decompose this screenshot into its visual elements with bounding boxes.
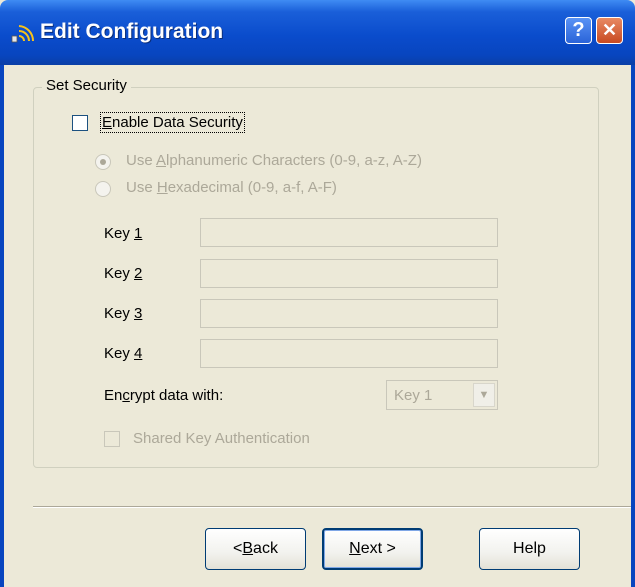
radio-dot [100,159,106,165]
shared-key-label[interactable]: Shared Key Authentication [133,430,310,447]
shared-key-checkbox[interactable] [104,431,120,447]
help-title-button[interactable]: ? [565,17,592,44]
key-2-input[interactable] [200,259,498,288]
separator [33,506,631,508]
window-frame-right [631,65,635,587]
enable-security-label[interactable]: Enable Data Security [100,112,245,133]
key-2-label: Key 2 [104,265,143,282]
encrypt-label: Encrypt data with: [104,387,224,404]
group-legend: Set Security [42,77,131,94]
chevron-down-icon[interactable]: ▼ [473,383,495,407]
title-bar[interactable]: Edit Configuration ? ✕ [0,0,635,65]
dialog-window: Edit Configuration ? ✕ Set Security Enab… [0,0,635,587]
alphanumeric-label[interactable]: Use Alphanumeric Characters (0-9, a-z, A… [126,152,422,169]
key-3-label: Key 3 [104,305,143,322]
close-button[interactable]: ✕ [596,17,623,44]
key-1-input[interactable] [200,218,498,247]
next-button[interactable]: Next > [322,528,423,570]
hexadecimal-radio[interactable] [95,181,111,197]
alphanumeric-radio[interactable] [95,154,111,170]
window-frame-left [0,65,4,587]
hexadecimal-label[interactable]: Use Hexadecimal (0-9, a-f, A-F) [126,179,337,196]
enable-security-checkbox[interactable] [72,115,88,131]
help-button[interactable]: Help [479,528,580,570]
close-icon: ✕ [601,20,618,40]
back-button[interactable]: < Back [205,528,306,570]
key-4-input[interactable] [200,339,498,368]
key-1-label: Key 1 [104,225,143,242]
encrypt-key-value: Key 1 [394,387,433,404]
key-3-input[interactable] [200,299,498,328]
window-title: Edit Configuration [40,20,224,43]
key-4-label: Key 4 [104,345,143,362]
question-icon: ? [572,19,585,41]
encrypt-key-select[interactable]: Key 1 ▼ [386,380,498,410]
wireless-signal-icon [11,25,34,43]
